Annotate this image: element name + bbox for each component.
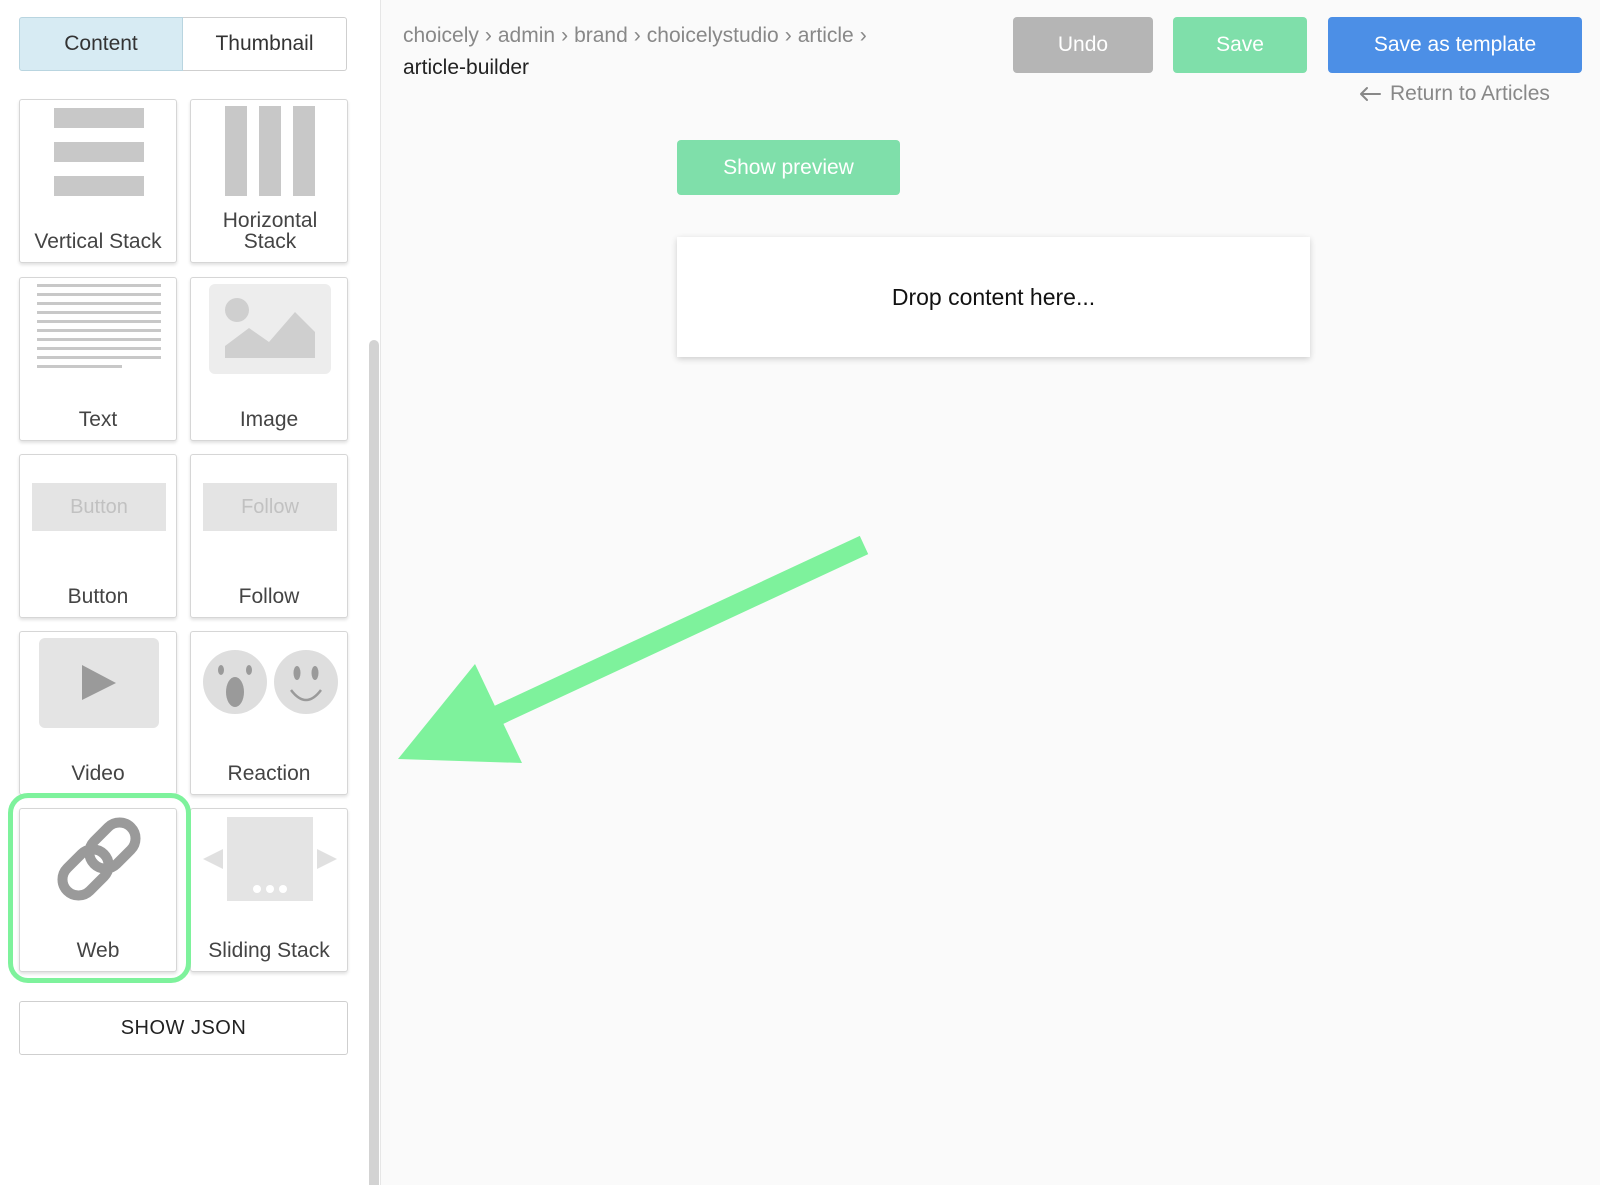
tile-image[interactable]: Image: [190, 277, 348, 441]
tile-label: Horizontal Stack: [222, 209, 318, 253]
tile-vertical-stack[interactable]: Vertical Stack: [19, 99, 177, 263]
save-button[interactable]: Save: [1173, 17, 1307, 73]
breadcrumb-item[interactable]: choicely: [403, 24, 479, 47]
follow-preview-icon: Follow: [191, 455, 349, 575]
undo-button[interactable]: Undo: [1013, 17, 1153, 73]
vertical-stack-icon: [54, 108, 144, 196]
breadcrumb-item[interactable]: brand: [574, 24, 628, 47]
web-tile-highlight: [8, 793, 191, 983]
tile-label: Vertical Stack: [34, 230, 162, 253]
text-lines-icon: [37, 284, 161, 368]
tile-label: Button: [67, 585, 129, 608]
tile-video[interactable]: Video: [19, 631, 177, 795]
sidebar-scrollbar[interactable]: [369, 340, 379, 1185]
tile-label: Video: [71, 762, 125, 785]
chevron-right-icon: ›: [633, 24, 641, 47]
play-icon: [39, 638, 159, 728]
tile-label: Sliding Stack: [208, 939, 330, 962]
tile-label: Text: [78, 408, 118, 431]
dropzone-text: Drop content here...: [891, 283, 1096, 310]
chevron-right-icon: ›: [484, 24, 492, 47]
follow-preview-text: Follow: [203, 483, 337, 531]
show-preview-button[interactable]: Show preview: [677, 140, 900, 195]
button-preview-icon: Button: [20, 455, 178, 575]
breadcrumb-item[interactable]: article: [798, 24, 854, 47]
tile-label: Image: [239, 408, 299, 431]
return-label: Return to Articles: [1390, 82, 1550, 105]
tile-button[interactable]: Button Button: [19, 454, 177, 618]
chevron-right-icon: ›: [784, 24, 792, 47]
horizontal-stack-icon: [225, 106, 315, 196]
tile-horizontal-stack[interactable]: Horizontal Stack: [190, 99, 348, 263]
tab-thumbnail[interactable]: Thumbnail: [183, 17, 347, 71]
breadcrumb-item[interactable]: choicelystudio: [647, 24, 779, 47]
return-to-articles-link[interactable]: Return to Articles: [1358, 82, 1550, 106]
chevron-right-icon: ›: [859, 24, 867, 47]
show-json-button[interactable]: SHOW JSON: [19, 1001, 348, 1055]
image-icon: [209, 284, 331, 374]
tile-follow[interactable]: Follow Follow: [190, 454, 348, 618]
tile-label: Follow: [238, 585, 300, 608]
content-dropzone[interactable]: Drop content here...: [677, 237, 1310, 357]
sliding-stack-icon: [203, 817, 337, 901]
breadcrumb-item[interactable]: admin: [498, 24, 555, 47]
component-sidebar: Content Thumbnail Vertical Stack Horizon…: [0, 0, 381, 1185]
reaction-faces-icon: [203, 650, 338, 714]
button-preview-text: Button: [32, 483, 166, 531]
tab-content[interactable]: Content: [19, 17, 183, 71]
breadcrumb-current: article-builder: [403, 56, 530, 79]
breadcrumb: choicely › admin › brand › choicelystudio › arti…: [403, 20, 943, 84]
chevron-right-icon: ›: [561, 24, 569, 47]
tile-label: Reaction: [227, 762, 311, 785]
save-as-template-button[interactable]: Save as template: [1328, 17, 1582, 73]
tile-sliding-stack[interactable]: Sliding Stack: [190, 808, 348, 972]
tile-reaction[interactable]: Reaction: [190, 631, 348, 795]
tile-text[interactable]: Text: [19, 277, 177, 441]
sidebar-tabs: Content Thumbnail: [19, 17, 347, 71]
arrow-left-icon: [1360, 87, 1381, 101]
